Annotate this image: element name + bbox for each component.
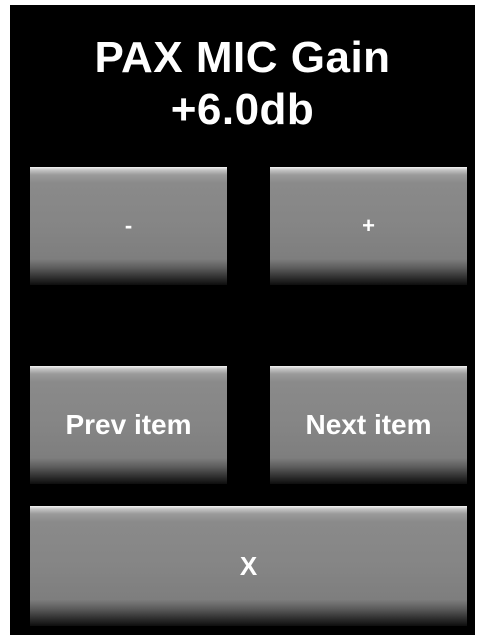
prev-item-button[interactable]: Prev item bbox=[30, 366, 227, 484]
gain-panel: PAX MIC Gain +6.0db - + Prev item Next i… bbox=[10, 5, 475, 635]
decrease-button[interactable]: - bbox=[30, 167, 227, 285]
next-item-button[interactable]: Next item bbox=[270, 366, 467, 484]
close-button[interactable]: X bbox=[30, 506, 467, 626]
setting-title: PAX MIC Gain bbox=[94, 33, 391, 82]
increase-button[interactable]: + bbox=[270, 167, 467, 285]
setting-value: +6.0db bbox=[170, 85, 315, 134]
